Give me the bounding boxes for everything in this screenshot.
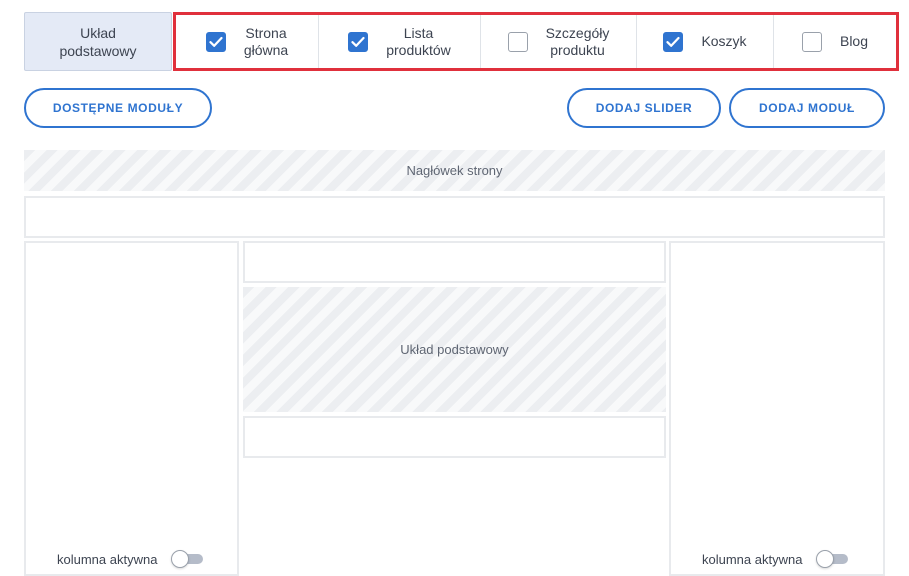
tab-home-page[interactable]: Strona główna (176, 15, 319, 68)
tab-cart-label: Koszyk (701, 33, 747, 49)
page-header-label: Nagłówek strony (406, 163, 503, 178)
page-type-tabs: Strona główna Lista produktów Szczegóły pro… (173, 12, 899, 71)
tab-base-layout-line1: Układ (80, 24, 116, 41)
left-column-status-label: kolumna aktywna (57, 551, 158, 567)
check-icon (666, 36, 681, 47)
top-module-slot[interactable] (24, 196, 885, 238)
tab-blog[interactable]: Blog (774, 15, 896, 68)
add-module-button[interactable]: DODAJ MODUŁ (729, 88, 885, 128)
tab-base-layout-line2: podstawowy (59, 42, 137, 59)
add-slider-button[interactable]: DODAJ SLIDER (567, 88, 721, 128)
left-column-footer: kolumna aktywna (57, 550, 204, 568)
center-base-layout-zone[interactable]: Układ podstawowy (243, 287, 666, 412)
check-icon (209, 36, 223, 47)
tab-product-details-label: Szczegóły produktu (545, 24, 610, 58)
right-column-footer: kolumna aktywna (702, 550, 849, 568)
tab-home-page-label: Strona główna (243, 24, 289, 58)
center-bottom-slot[interactable] (243, 416, 666, 458)
available-modules-button[interactable]: DOSTĘPNE MODUŁY (24, 88, 212, 128)
right-column-status-label: kolumna aktywna (702, 551, 803, 567)
tab-base-layout[interactable]: Układ podstawowy (24, 12, 172, 71)
tab-product-list[interactable]: Lista produktów (319, 15, 481, 68)
page-header-zone[interactable]: Nagłówek strony (24, 150, 885, 191)
left-column[interactable]: kolumna aktywna (24, 241, 239, 576)
center-top-slot[interactable] (243, 241, 666, 283)
product-details-checkbox[interactable] (507, 31, 528, 52)
left-column-toggle[interactable] (171, 550, 204, 568)
product-list-checkbox[interactable] (348, 31, 369, 52)
tab-blog-label: Blog (839, 33, 869, 49)
right-column-toggle[interactable] (816, 550, 849, 568)
tab-cart[interactable]: Koszyk (637, 15, 774, 68)
cart-checkbox[interactable] (663, 31, 684, 52)
home-page-checkbox[interactable] (205, 31, 226, 52)
center-base-layout-label: Układ podstawowy (400, 342, 509, 357)
check-icon (351, 36, 365, 47)
blog-checkbox[interactable] (801, 31, 822, 52)
tab-product-list-label: Lista produktów (386, 24, 451, 58)
right-column[interactable]: kolumna aktywna (669, 241, 885, 576)
tab-product-details[interactable]: Szczegóły produktu (481, 15, 637, 68)
